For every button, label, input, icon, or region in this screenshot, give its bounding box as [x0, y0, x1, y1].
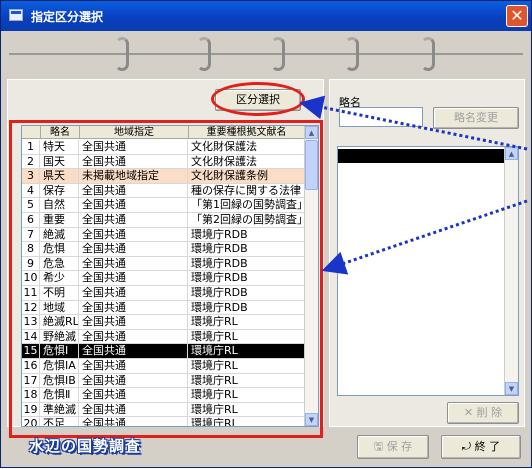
annotation-oval [211, 82, 305, 116]
abbr-listbox[interactable]: ▲ ▼ [337, 146, 519, 396]
binder-line [9, 53, 523, 55]
scroll-down-icon[interactable]: ▼ [505, 382, 518, 395]
annotation-rect [9, 120, 323, 438]
title-bar: 指定区分選択 ✕ [1, 1, 531, 31]
binder-rings [1, 31, 531, 75]
save-button[interactable]: 🖫 保 存 [357, 435, 429, 459]
app-icon [9, 9, 23, 21]
list-selected-row[interactable] [338, 149, 506, 163]
ring-icon [115, 37, 129, 71]
delete-button[interactable]: ✕ 削 除 [447, 402, 519, 424]
scroll-up-icon[interactable]: ▲ [505, 147, 518, 160]
ring-icon [421, 37, 435, 71]
exit-button[interactable]: ⤾ 終 了 [441, 435, 521, 459]
list-scrollbar[interactable]: ▲ ▼ [504, 147, 518, 395]
window-title: 指定区分選択 [31, 10, 104, 24]
close-button[interactable]: ✕ [506, 5, 528, 27]
rename-abbr-button[interactable]: 略名変更 [433, 107, 519, 129]
app-logo: 水辺の国勢調査 [29, 437, 142, 455]
abbr-input[interactable] [339, 107, 423, 127]
dialog-window: 指定区分選択 ✕ 区分選択 略名 地域指定 重要種根拠文献名 1 特天 全国共通 文化… [0, 0, 532, 468]
ring-icon [197, 37, 211, 71]
ring-icon [271, 37, 285, 71]
ring-icon [345, 37, 359, 71]
